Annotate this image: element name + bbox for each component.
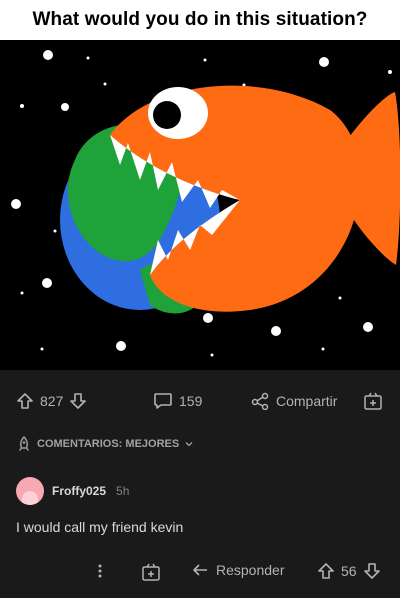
comment-header: Froffy025 5h: [16, 477, 386, 505]
comment-count: 159: [179, 393, 203, 409]
award-gift-icon: [141, 562, 161, 582]
vote-group: 827: [16, 392, 87, 410]
comment-award-button[interactable]: [141, 562, 161, 582]
comment-vote-count: 56: [341, 563, 357, 579]
upvote-count: 827: [40, 393, 64, 409]
comments-button[interactable]: 159: [153, 392, 202, 410]
share-label: Compartir: [276, 393, 338, 409]
chevron-down-icon: [184, 439, 194, 449]
post-action-bar: 827 159 Compartir: [0, 380, 400, 422]
reply-button[interactable]: Responder: [192, 562, 285, 578]
avatar[interactable]: [16, 477, 44, 505]
rocket-icon: [16, 436, 32, 452]
downvote-arrow-icon[interactable]: [69, 392, 87, 410]
award-gift-icon: [363, 391, 383, 411]
downvote-arrow-icon[interactable]: [363, 562, 381, 580]
comment-age: 5h: [116, 484, 130, 498]
award-button[interactable]: [363, 391, 383, 411]
comment-author[interactable]: Froffy025: [52, 484, 106, 498]
comment-vote-group: 56: [317, 562, 381, 580]
more-vertical-icon: [96, 562, 104, 580]
reply-label: Responder: [216, 562, 285, 578]
reply-arrow-icon: [192, 562, 210, 578]
sort-label: COMENTARIOS: MEJORES: [37, 438, 180, 450]
upvote-arrow-icon[interactable]: [317, 562, 335, 580]
post-image[interactable]: [0, 40, 400, 370]
share-icon: [250, 392, 270, 410]
fish-eating-earth-image: [0, 40, 400, 370]
upvote-arrow-icon[interactable]: [16, 392, 34, 410]
post-title-bar: What would you do in this situation?: [0, 0, 400, 40]
more-options-button[interactable]: [96, 562, 104, 580]
comment-action-bar: Responder 56: [0, 558, 400, 586]
post-title: What would you do in this situation?: [32, 9, 368, 30]
share-button[interactable]: Compartir: [250, 392, 337, 410]
comment-body: I would call my friend kevin: [16, 519, 184, 535]
comments-sort-dropdown[interactable]: COMENTARIOS: MEJORES: [16, 436, 194, 452]
comment-bubble-icon: [153, 392, 173, 410]
comment: Froffy025 5h I would call my friend kevi…: [16, 477, 386, 535]
